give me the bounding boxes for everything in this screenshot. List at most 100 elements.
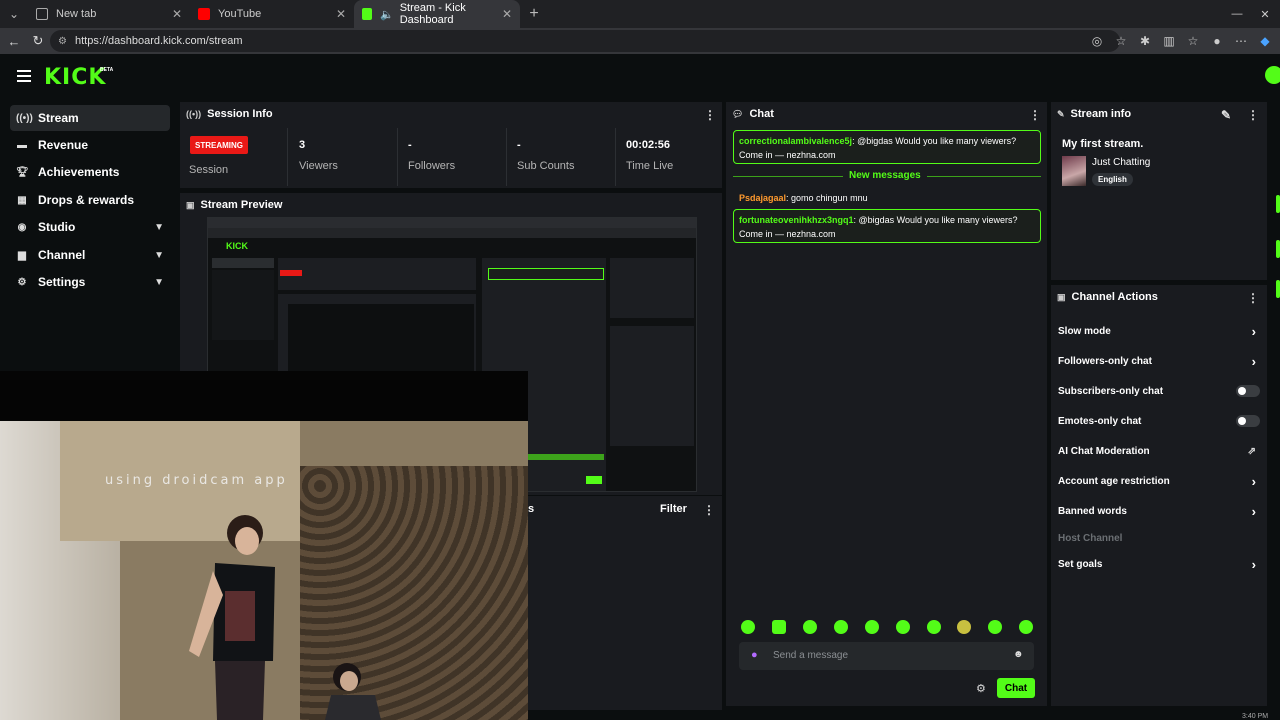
chat-input-placeholder: Send a message <box>773 650 849 661</box>
panel-header: ((•)) Session Info <box>186 108 273 120</box>
kick-logo[interactable]: KICK <box>44 65 106 90</box>
divider <box>397 128 398 186</box>
emote-icon[interactable] <box>927 620 941 634</box>
stream-category[interactable]: Just Chatting <box>1092 157 1150 168</box>
divider <box>287 128 288 186</box>
subscribers-only-row: Subscribers-only chat <box>1058 380 1260 402</box>
back-button[interactable]: ← <box>2 29 26 53</box>
tab-youtube[interactable]: YouTube ✕ <box>190 0 354 28</box>
chevron-right-icon: › <box>1251 473 1256 489</box>
chat-settings-icon[interactable]: ⚙ <box>976 682 986 695</box>
more-options-icon[interactable]: ⋮ <box>703 503 715 517</box>
new-tab-button[interactable]: + <box>520 5 548 23</box>
more-options-icon[interactable]: ⋮ <box>704 108 716 122</box>
edit-icon[interactable]: ✎ <box>1221 108 1231 122</box>
close-icon[interactable]: ✕ <box>502 7 512 21</box>
followers-value: - <box>408 139 412 151</box>
close-window-button[interactable]: ✕ <box>1250 0 1280 28</box>
sidebar-item-achievements[interactable]: 🏆︎ Achievements <box>10 159 170 185</box>
chat-message[interactable]: Psdajagaal: gomo chingun mnu <box>739 193 868 203</box>
chat-username[interactable]: correctionalambivalence5j <box>739 136 852 146</box>
stream-title: My first stream. <box>1062 138 1144 150</box>
emote-icon[interactable] <box>803 620 817 634</box>
reload-button[interactable]: ↻ <box>26 29 50 53</box>
close-icon[interactable]: ✕ <box>172 7 182 21</box>
user-avatar[interactable] <box>1265 66 1280 84</box>
kick-header: KICK BETA <box>0 54 1280 98</box>
more-options-icon[interactable]: ⋮ <box>1029 108 1041 122</box>
star-icon[interactable]: ☆ <box>1112 34 1130 48</box>
chat-message[interactable]: fortunateovenihkhzx3ngq1: @bigdas Would … <box>733 209 1041 243</box>
tab-kick-dashboard[interactable]: 🔈 Stream - Kick Dashboard ✕ <box>354 0 520 28</box>
speaker-icon[interactable]: 🔈 <box>380 8 394 21</box>
favorites-icon[interactable]: ☆ <box>1184 34 1202 48</box>
tab-list-button[interactable]: ⌄ <box>0 0 28 28</box>
emote-icon[interactable] <box>896 620 910 634</box>
emoji-icon[interactable]: ☻ <box>1013 649 1024 660</box>
close-icon[interactable]: ✕ <box>336 7 346 21</box>
emote-icon[interactable] <box>741 620 755 634</box>
more-options-icon[interactable]: ⋮ <box>1247 291 1259 305</box>
sidebar-item-channel[interactable]: ▆ Channel ▼ <box>10 242 170 268</box>
emote-icon[interactable] <box>865 620 879 634</box>
gear-icon: ⚙ <box>17 276 27 288</box>
pencil-icon: ✎ <box>1057 108 1065 119</box>
microphone-icon[interactable]: ● <box>751 649 758 661</box>
stream-info-panel: ✎ Stream info ✎ ⋮ <box>1051 102 1267 280</box>
site-info-icon[interactable]: ⚙ <box>58 36 67 47</box>
subscribers-only-toggle[interactable] <box>1236 385 1260 397</box>
lower-panel-title: s <box>528 503 535 515</box>
emote-icon[interactable] <box>957 620 971 634</box>
account-age-row[interactable]: Account age restriction › <box>1058 470 1260 492</box>
send-chat-button[interactable]: Chat <box>997 678 1035 698</box>
banned-words-row[interactable]: Banned words › <box>1058 500 1260 522</box>
sub-counts-label: Sub Counts <box>517 160 575 172</box>
address-bar[interactable]: ⚙ https://dashboard.kick.com/stream <box>50 30 1120 52</box>
followers-only-row[interactable]: Followers-only chat › <box>1058 350 1260 372</box>
sidebar-item-settings[interactable]: ⚙ Settings ▼ <box>10 269 170 295</box>
filter-button[interactable]: Filter <box>660 503 687 515</box>
emote-icon[interactable] <box>772 620 786 634</box>
viewers-value: 3 <box>299 139 306 151</box>
chat-username[interactable]: Psdajagaal <box>739 193 786 203</box>
minimize-button[interactable]: — <box>1222 0 1252 28</box>
menu-icon[interactable] <box>17 70 31 82</box>
new-messages-label[interactable]: New messages <box>843 170 927 181</box>
more-options-icon[interactable]: ⋮ <box>1247 108 1259 122</box>
emotes-only-toggle[interactable] <box>1236 415 1260 427</box>
chat-input[interactable]: ● Send a message ☻ <box>739 642 1034 670</box>
chat-message[interactable]: correctionalambivalence5j: @bigdas Would… <box>733 130 1041 164</box>
broadcast-icon: ((•)) <box>186 109 202 119</box>
split-icon[interactable]: ▥ <box>1160 34 1178 48</box>
camera-icon: ▣ <box>186 199 195 210</box>
page-icon <box>36 8 48 20</box>
slow-mode-row[interactable]: Slow mode › <box>1058 320 1260 342</box>
ai-moderation-row[interactable]: AI Chat Moderation ⇗ <box>1058 440 1260 462</box>
channel-actions-panel: ▣ Channel Actions ⋮ <box>1051 285 1267 706</box>
extensions-icon[interactable]: ✱ <box>1136 34 1154 48</box>
chevron-right-icon: › <box>1251 556 1256 572</box>
sidebar-item-drops[interactable]: ▦ Drops & rewards <box>10 187 170 213</box>
sidebar: ((•)) Stream ▬ Revenue 🏆︎ Achievements ▦… <box>0 98 176 370</box>
emote-icon[interactable] <box>988 620 1002 634</box>
profile-icon[interactable]: ● <box>1208 34 1226 48</box>
more-icon[interactable]: ⋯ <box>1232 34 1250 48</box>
lower-panel <box>528 496 722 710</box>
copilot-icon[interactable]: ◆ <box>1256 34 1274 48</box>
emote-icon[interactable] <box>834 620 848 634</box>
chevron-down-icon: ▼ <box>154 249 164 261</box>
sidebar-item-label: Drops & rewards <box>38 193 135 207</box>
set-goals-row[interactable]: Set goals › <box>1058 553 1260 575</box>
tab-new-tab[interactable]: New tab ✕ <box>28 0 190 28</box>
sidebar-item-revenue[interactable]: ▬ Revenue <box>10 132 170 158</box>
chat-username[interactable]: fortunateovenihkhzx3ngq1 <box>739 215 854 225</box>
row-label: Set goals <box>1058 558 1103 570</box>
sidebar-item-stream[interactable]: ((•)) Stream <box>10 105 170 131</box>
panel-title: Chat <box>749 108 774 120</box>
emote-icon[interactable] <box>1019 620 1033 634</box>
sidebar-item-studio[interactable]: ◉ Studio ▼ <box>10 214 170 240</box>
system-clock: 3:40 PM <box>1242 713 1269 720</box>
tab-label: Stream - Kick Dashboard <box>399 2 466 26</box>
shield-icon[interactable]: ◎ <box>1088 34 1106 48</box>
chevron-right-icon: › <box>1251 503 1256 519</box>
